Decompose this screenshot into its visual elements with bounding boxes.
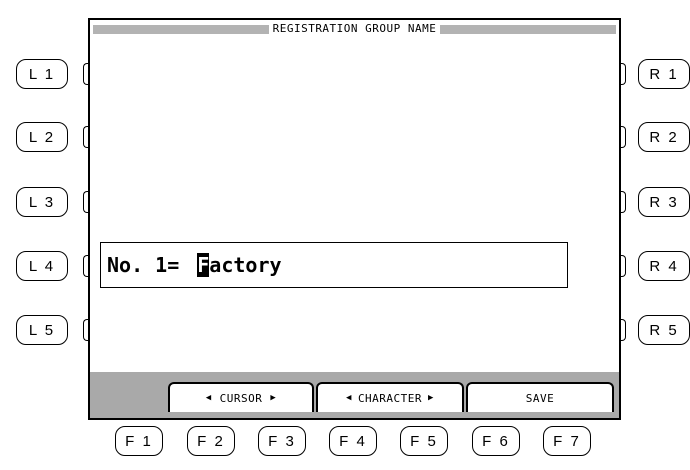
l4-bracket xyxy=(83,255,88,277)
r4-bracket xyxy=(621,255,626,277)
l1-bracket xyxy=(83,63,88,85)
l4-button[interactable]: L 4 xyxy=(16,251,68,281)
f1-button[interactable]: F 1 xyxy=(115,426,163,456)
l3-bracket xyxy=(83,191,88,213)
l3-button[interactable]: L 3 xyxy=(16,187,68,217)
r1-bracket xyxy=(621,63,626,85)
title-bar: REGISTRATION GROUP NAME xyxy=(90,20,619,42)
l5-bracket xyxy=(83,319,88,341)
save-softkey[interactable]: SAVE xyxy=(466,382,614,412)
character-softkey[interactable]: ◀ CHARACTER ▶ xyxy=(316,382,464,412)
group-name-field[interactable]: No. 1= Factory xyxy=(100,242,568,288)
lcd-screen: REGISTRATION GROUP NAME No. 1= Factory ◀… xyxy=(83,18,626,420)
r2-bracket xyxy=(621,126,626,148)
l2-bracket xyxy=(83,126,88,148)
r3-bracket xyxy=(621,191,626,213)
screen-title: REGISTRATION GROUP NAME xyxy=(90,22,619,35)
cursor-character: F xyxy=(197,253,210,277)
r2-button[interactable]: R 2 xyxy=(638,122,690,152)
cursor-label: CURSOR xyxy=(219,391,263,405)
l1-button[interactable]: L 1 xyxy=(16,59,68,89)
name-number-label: No. 1= xyxy=(107,253,180,277)
name-text: actory xyxy=(209,253,282,277)
f4-button[interactable]: F 4 xyxy=(329,426,377,456)
character-label: CHARACTER xyxy=(357,391,423,405)
f2-button[interactable]: F 2 xyxy=(187,426,235,456)
arrow-left-icon: ◀ xyxy=(346,393,352,403)
f5-button[interactable]: F 5 xyxy=(400,426,448,456)
arrow-right-icon: ▶ xyxy=(428,393,434,403)
save-label: SAVE xyxy=(525,391,555,405)
r1-button[interactable]: R 1 xyxy=(638,59,690,89)
l5-button[interactable]: L 5 xyxy=(16,315,68,345)
r5-bracket xyxy=(621,319,626,341)
f3-button[interactable]: F 3 xyxy=(258,426,306,456)
arrow-left-icon: ◀ xyxy=(205,393,212,403)
arrow-right-icon: ▶ xyxy=(270,393,277,403)
cursor-softkey[interactable]: ◀ CURSOR ▶ xyxy=(168,382,314,412)
f7-button[interactable]: F 7 xyxy=(543,426,591,456)
function-bar: ◀ CURSOR ▶ ◀ CHARACTER ▶ SAVE xyxy=(90,372,619,418)
r3-button[interactable]: R 3 xyxy=(638,187,690,217)
l2-button[interactable]: L 2 xyxy=(16,122,68,152)
r5-button[interactable]: R 5 xyxy=(638,315,690,345)
f6-button[interactable]: F 6 xyxy=(472,426,520,456)
r4-button[interactable]: R 4 xyxy=(638,251,690,281)
